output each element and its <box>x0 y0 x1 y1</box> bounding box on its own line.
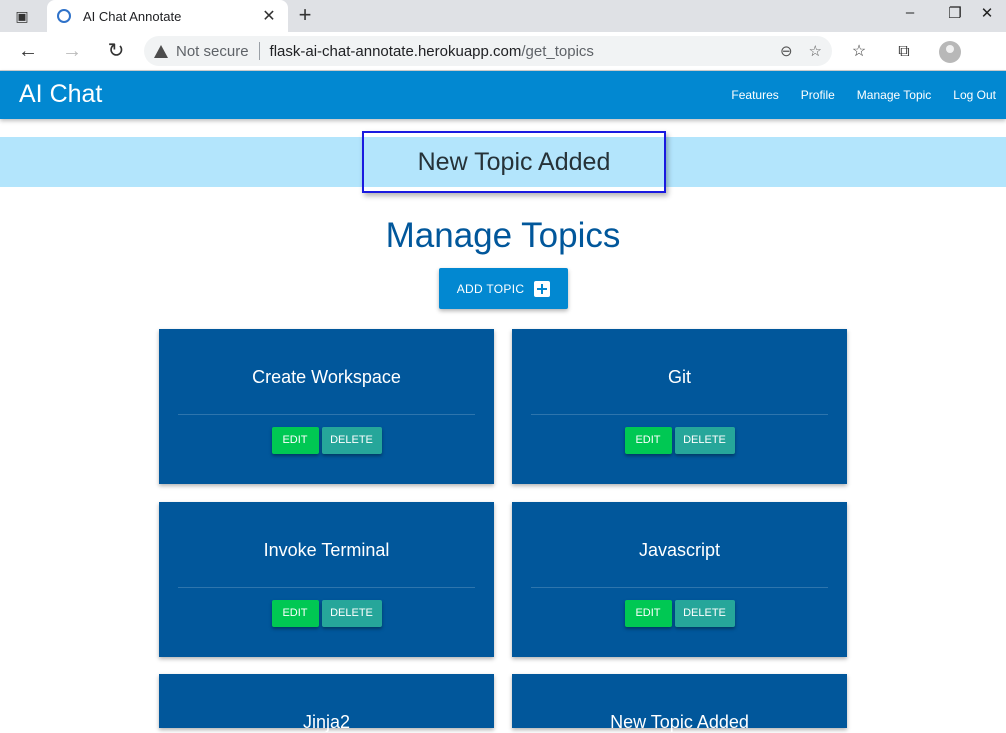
add-topic-button[interactable]: ADD TOPIC <box>439 268 568 309</box>
card-actions: EDIT DELETE <box>159 427 494 454</box>
topic-title: Create Workspace <box>252 367 401 387</box>
close-window-icon[interactable]: ✕ <box>973 4 1001 26</box>
nav-link-profile[interactable]: Profile <box>801 88 835 102</box>
card-actions: EDIT DELETE <box>512 600 847 627</box>
address-toolbar: ← → ↻ Not secure flask-ai-chat-annotate.… <box>0 32 1006 71</box>
collections-icon[interactable]: ⧉ <box>893 41 915 63</box>
delete-button[interactable]: DELETE <box>674 600 735 627</box>
close-icon[interactable]: ✕ <box>260 6 278 26</box>
tab-title: AI Chat Annotate <box>83 8 182 24</box>
topic-card: Create Workspace EDIT DELETE <box>159 329 494 484</box>
refresh-icon[interactable]: ↻ <box>103 38 129 64</box>
page-title: Manage Topics <box>385 216 621 255</box>
topic-title: Javascript <box>638 540 721 560</box>
security-label: Not secure <box>176 42 249 60</box>
url-divider <box>258 42 260 60</box>
zoom-icon[interactable]: ⊖ <box>780 42 793 60</box>
delete-button[interactable]: DELETE <box>674 427 735 454</box>
nav-link-manage-topic[interactable]: Manage Topic <box>857 88 932 102</box>
nav-links: Features Profile Manage Topic Log Out <box>709 71 996 119</box>
edit-button[interactable]: EDIT <box>271 427 319 454</box>
topic-card: Invoke Terminal EDIT DELETE <box>159 502 494 657</box>
topic-title: New Topic Added <box>610 712 749 732</box>
plus-square-icon <box>534 280 551 297</box>
brand-logo[interactable]: AI Chat <box>19 80 102 109</box>
url-host: flask-ai-chat-annotate.herokuapp.com <box>269 42 522 60</box>
card-actions: EDIT DELETE <box>512 427 847 454</box>
topic-title: Jinja2 <box>302 712 351 732</box>
profile-icon[interactable] <box>939 41 961 63</box>
delete-button[interactable]: DELETE <box>321 600 382 627</box>
delete-button[interactable]: DELETE <box>321 427 382 454</box>
edit-button[interactable]: EDIT <box>624 600 672 627</box>
tab-actions-icon[interactable]: ▣ <box>8 6 36 26</box>
tab-strip: ▣ AI Chat Annotate ✕ + – ❐ ✕ <box>0 0 1006 32</box>
favicon-icon <box>57 9 71 23</box>
card-actions: EDIT DELETE <box>159 600 494 627</box>
maximize-icon[interactable]: ❐ <box>941 4 969 26</box>
browser-tab[interactable]: AI Chat Annotate ✕ <box>47 0 288 32</box>
add-topic-label: ADD TOPIC <box>456 281 525 296</box>
topic-card: Jinja2 <box>159 674 494 732</box>
new-tab-plus-icon[interactable]: + <box>294 4 316 28</box>
minimize-icon[interactable]: – <box>896 4 924 26</box>
favorites-icon[interactable]: ☆ <box>848 41 870 63</box>
add-favorite-icon[interactable]: ☆ <box>809 42 822 60</box>
forward-icon[interactable]: → <box>59 38 85 64</box>
edit-button[interactable]: EDIT <box>271 600 319 627</box>
app-navbar: AI Chat Features Profile Manage Topic Lo… <box>0 71 1006 119</box>
back-icon[interactable]: ← <box>15 38 41 64</box>
url-text[interactable]: flask-ai-chat-annotate.herokuapp.com/get… <box>270 43 764 60</box>
warning-icon <box>154 44 168 58</box>
url-bar[interactable]: Not secure flask-ai-chat-annotate.heroku… <box>144 36 832 66</box>
topic-card: New Topic Added <box>512 674 847 732</box>
card-divider <box>531 414 828 415</box>
topic-card: Javascript EDIT DELETE <box>512 502 847 657</box>
url-path: /get_topics <box>521 42 594 60</box>
card-divider <box>178 414 475 415</box>
topic-title: Git <box>667 367 691 387</box>
flash-message: New Topic Added <box>362 131 666 193</box>
nav-link-features[interactable]: Features <box>731 88 778 102</box>
edit-button[interactable]: EDIT <box>624 427 672 454</box>
nav-link-log-out[interactable]: Log Out <box>953 88 996 102</box>
card-divider <box>178 587 475 588</box>
topic-card: Git EDIT DELETE <box>512 329 847 484</box>
topic-title: Invoke Terminal <box>263 540 390 560</box>
card-divider <box>531 587 828 588</box>
